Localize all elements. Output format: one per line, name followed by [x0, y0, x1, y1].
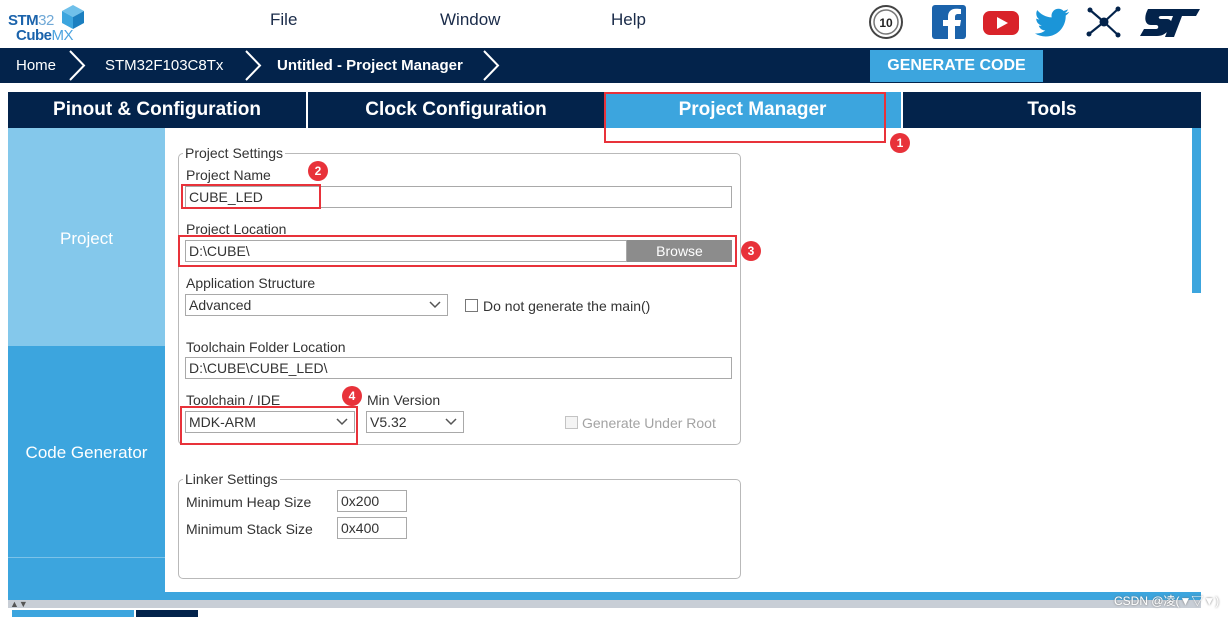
anniversary-badge-text: 10 [879, 16, 893, 30]
watermark: CSDN @凌(▼▽▼) [1114, 594, 1220, 608]
do-not-generate-main-checkbox[interactable] [465, 299, 478, 312]
cube-icon [62, 5, 84, 29]
application-structure-label: Application Structure [186, 275, 316, 291]
st-logo-icon[interactable] [1138, 4, 1202, 40]
annotation-box-4 [180, 406, 358, 445]
do-not-generate-main-label: Do not generate the main() [483, 298, 651, 314]
stm32cubemx-logo: STM32 CubeMX [8, 4, 84, 46]
anniversary-icon[interactable]: 10 [868, 4, 904, 40]
chevron-right-icon [69, 50, 86, 81]
application-structure-value: Advanced [189, 297, 252, 313]
bottom-tab-2[interactable] [136, 610, 198, 617]
nav-project[interactable]: Project [8, 128, 165, 346]
min-stack-input[interactable]: 0x400 [337, 517, 407, 539]
annotation-badge-4: 4 [342, 386, 362, 406]
facebook-icon[interactable] [931, 4, 967, 40]
min-version-select[interactable]: V5.32 [366, 411, 464, 433]
chevron-down-icon [445, 418, 457, 426]
chevron-down-icon [429, 301, 441, 309]
breadcrumb: Home STM32F103C8Tx Untitled - Project Ma… [0, 48, 1228, 83]
tab-tools[interactable]: Tools [903, 92, 1201, 128]
min-stack-label: Minimum Stack Size [186, 521, 313, 537]
project-settings-legend: Project Settings [183, 145, 286, 161]
min-version-label: Min Version [367, 392, 441, 408]
annotation-badge-1: 1 [890, 133, 910, 153]
chevron-right-icon [483, 50, 500, 81]
scrollbar-thumb[interactable] [1192, 128, 1201, 293]
tab-pinout-configuration[interactable]: Pinout & Configuration [8, 92, 306, 128]
top-menu-bar: STM32 CubeMX File Window Help 10 [0, 0, 1228, 48]
annotation-badge-2: 2 [308, 161, 328, 181]
nav-code-generator[interactable]: Code Generator [8, 346, 165, 558]
breadcrumb-home[interactable]: Home [16, 48, 56, 83]
annotation-box-3 [178, 235, 737, 267]
vertical-scrollbar[interactable] [1192, 128, 1201, 592]
generate-code-button[interactable]: GENERATE CODE [870, 50, 1043, 82]
application-structure-select[interactable]: Advanced [185, 294, 448, 316]
generate-under-root-checkbox[interactable] [565, 416, 578, 429]
tab-clock-configuration[interactable]: Clock Configuration [308, 92, 604, 128]
annotation-box-2 [181, 184, 321, 209]
bottom-divider [8, 592, 1201, 600]
menu-help[interactable]: Help [611, 10, 646, 30]
annotation-badge-3: 3 [741, 241, 761, 261]
menu-window[interactable]: Window [440, 10, 500, 30]
toolchain-folder-label: Toolchain Folder Location [186, 339, 346, 355]
min-heap-input[interactable]: 0x200 [337, 490, 407, 512]
project-name-label: Project Name [186, 167, 271, 183]
left-nav: Project Code Generator [8, 128, 165, 592]
logo-cube: Cube [16, 27, 52, 44]
twitter-icon[interactable] [1033, 4, 1071, 40]
chevron-right-icon [245, 50, 262, 81]
linker-settings-legend: Linker Settings [183, 471, 280, 487]
bottom-tab-1[interactable] [12, 610, 134, 617]
generate-under-root-label: Generate Under Root [582, 415, 716, 431]
annotation-box-1 [604, 92, 886, 143]
network-icon[interactable] [1085, 4, 1123, 40]
breadcrumb-mcu[interactable]: STM32F103C8Tx [105, 48, 223, 83]
menu-file[interactable]: File [270, 10, 297, 30]
breadcrumb-current[interactable]: Untitled - Project Manager [277, 48, 463, 83]
splitter-bar[interactable] [8, 600, 1201, 608]
min-version-value: V5.32 [370, 414, 407, 430]
youtube-icon[interactable] [982, 4, 1020, 40]
splitter-arrows-icon[interactable]: ▲▼ [10, 600, 28, 609]
toolchain-folder-input[interactable]: D:\CUBE\CUBE_LED\ [185, 357, 732, 379]
min-heap-label: Minimum Heap Size [186, 494, 312, 510]
